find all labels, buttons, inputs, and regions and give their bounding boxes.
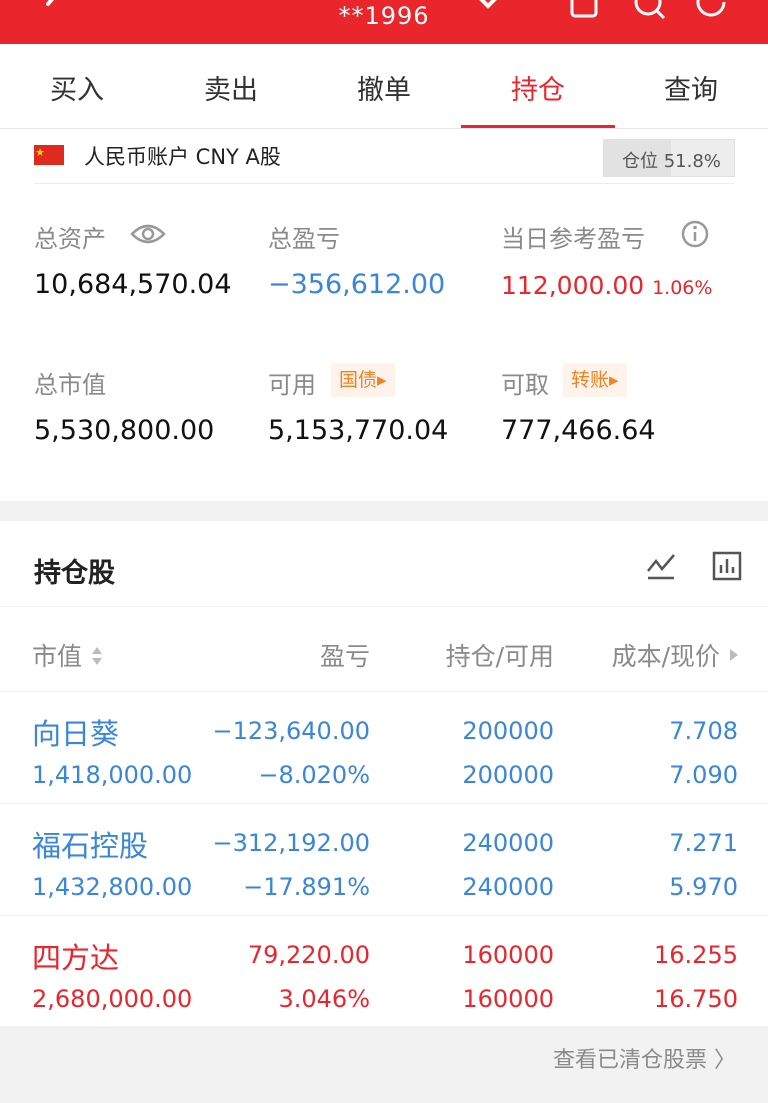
col-pnl[interactable]: 盈亏 [320,637,370,673]
bar-chart-icon[interactable] [712,551,742,581]
col-cost-price[interactable]: 成本/现价 [612,637,740,673]
daily-pnl-value: 112,000.00 1.06% [501,271,712,300]
chevron-down-icon[interactable] [470,0,506,22]
tab-buy[interactable]: 买入 [17,68,137,107]
position-ratio-bar: 仓位 51.8% [603,139,735,177]
available-label: 可用 [268,371,316,399]
stock-market-value: 2,680,000.00 [32,985,193,1013]
stock-price: 16.750 [654,985,738,1013]
stock-cost: 7.708 [669,717,738,745]
stock-holding: 160000 [462,941,554,969]
position-ratio-label: 仓位 51.8% [622,151,721,172]
daily-pnl-amount: 112,000.00 [501,271,645,300]
stock-pnl-pct: −17.891% [243,873,370,901]
document-icon[interactable] [566,0,602,22]
holdings-section: 持仓股 市值 盈亏 持仓/可用 成本/现价 向日葵 1,418,000.00 − [0,521,768,1073]
stock-available: 160000 [462,985,554,1013]
stock-price: 7.090 [669,761,738,789]
tab-sell[interactable]: 卖出 [171,68,291,107]
divider [34,183,734,184]
china-flag-icon [34,145,64,165]
total-assets-label: 总资产 [34,225,106,253]
trend-line-icon[interactable] [646,551,676,581]
stock-cost: 16.255 [654,941,738,969]
stock-holding: 200000 [462,717,554,745]
search-icon[interactable] [632,0,668,22]
top-bar: **1996 [0,0,768,44]
sort-icon[interactable] [90,644,104,668]
stock-market-value: 1,418,000.00 [32,761,193,789]
play-right-icon[interactable] [728,645,740,665]
daily-pnl-label: 当日参考盈亏 [501,225,645,253]
holding-row[interactable]: 向日葵 1,418,000.00 −123,640.00 −8.020% 200… [0,691,768,804]
account-summary: 人民币账户 CNY A股 仓位 51.8% 总资产 10,684,570.04 … [0,129,768,501]
col-market-value[interactable]: 市值 [32,637,104,673]
tab-positions[interactable]: 持仓 [478,68,598,107]
holdings-title: 持仓股 [34,558,115,589]
market-value-label: 总市值 [34,371,106,399]
market-value-value: 5,530,800.00 [34,415,215,446]
available-value: 5,153,770.04 [268,415,449,446]
stock-pnl-pct: 3.046% [278,985,370,1013]
transfer-chip[interactable]: 转账▸ [563,363,627,397]
withdrawable-label: 可取 [501,371,549,399]
stock-pnl-pct: −8.020% [258,761,370,789]
eye-icon[interactable] [130,221,166,247]
total-pnl-value: −356,612.00 [268,269,446,300]
stock-price: 5.970 [669,873,738,901]
col-market-value-label: 市值 [32,642,83,671]
refresh-icon[interactable] [694,0,730,22]
treasury-bond-chip[interactable]: 国债▸ [331,363,395,397]
active-tab-indicator [461,125,615,128]
cleared-stocks-link[interactable]: 查看已清仓股票 〉 [553,1042,736,1074]
stock-name: 福石控股 [32,829,149,863]
holding-row[interactable]: 福石控股 1,432,800.00 −312,192.00 −17.891% 2… [0,803,768,916]
daily-pnl-pct: 1.06% [652,277,713,299]
account-name: 人民币账户 CNY A股 [84,145,281,169]
total-assets-value: 10,684,570.04 [34,269,232,300]
stock-pnl: −312,192.00 [212,829,370,857]
tab-cancel-order[interactable]: 撤单 [324,68,444,107]
total-pnl-label: 总盈亏 [268,225,340,253]
stock-market-value: 1,432,800.00 [32,873,193,901]
tab-query[interactable]: 查询 [631,68,751,107]
holding-row[interactable]: 四方达 2,680,000.00 79,220.00 3.046% 160000… [0,915,768,1028]
stock-available: 240000 [462,873,554,901]
info-icon[interactable] [680,219,710,249]
col-cost-price-label: 成本/现价 [611,642,721,671]
column-headers: 市值 盈亏 持仓/可用 成本/现价 [0,606,768,692]
stock-holding: 240000 [462,829,554,857]
stock-available: 200000 [462,761,554,789]
stock-pnl: 79,220.00 [247,941,370,969]
trade-tabs: 买入 卖出 撤单 持仓 查询 [0,44,768,129]
stock-pnl: −123,640.00 [212,717,370,745]
col-holding[interactable]: 持仓/可用 [446,637,554,673]
stock-name: 四方达 [32,941,120,975]
stock-name: 向日葵 [32,717,120,751]
stock-cost: 7.271 [669,829,738,857]
withdrawable-value: 777,466.64 [501,415,656,446]
